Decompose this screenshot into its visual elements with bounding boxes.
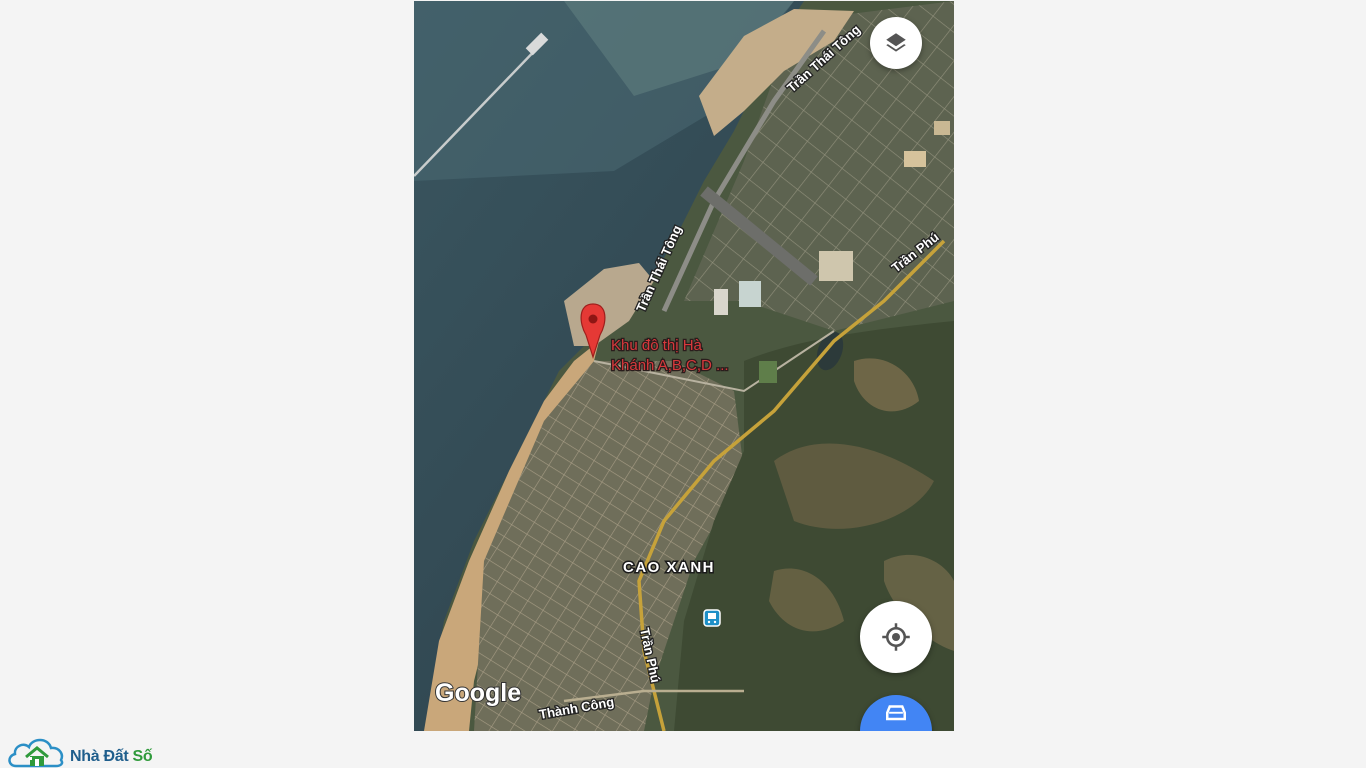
car-icon — [886, 705, 906, 721]
page: Trần Thái Tông Trần Thái Tông Trần Phú T… — [0, 0, 1366, 768]
google-attribution: Google — [435, 679, 521, 707]
place-label-line2[interactable]: Khánh A,B,C,D ... — [610, 356, 730, 376]
area-label: CAO XANH — [623, 559, 715, 576]
my-location-icon — [882, 623, 910, 651]
my-location-button[interactable] — [860, 601, 932, 673]
map-viewport[interactable]: Trần Thái Tông Trần Thái Tông Trần Phú T… — [414, 1, 954, 731]
layers-icon — [886, 33, 906, 52]
layers-button[interactable] — [870, 17, 922, 69]
bus-stop-icon[interactable] — [703, 609, 721, 627]
place-label-line1[interactable]: Khu đô thị Hà — [610, 336, 704, 356]
brand-logo: Nhà Đất Số — [6, 732, 153, 768]
brand-name-part2: Số — [132, 748, 153, 765]
cloud-house-icon — [8, 738, 64, 768]
brand-name-part1: Nhà Đất — [70, 748, 133, 765]
brand-name: Nhà Đất Số — [70, 748, 153, 766]
